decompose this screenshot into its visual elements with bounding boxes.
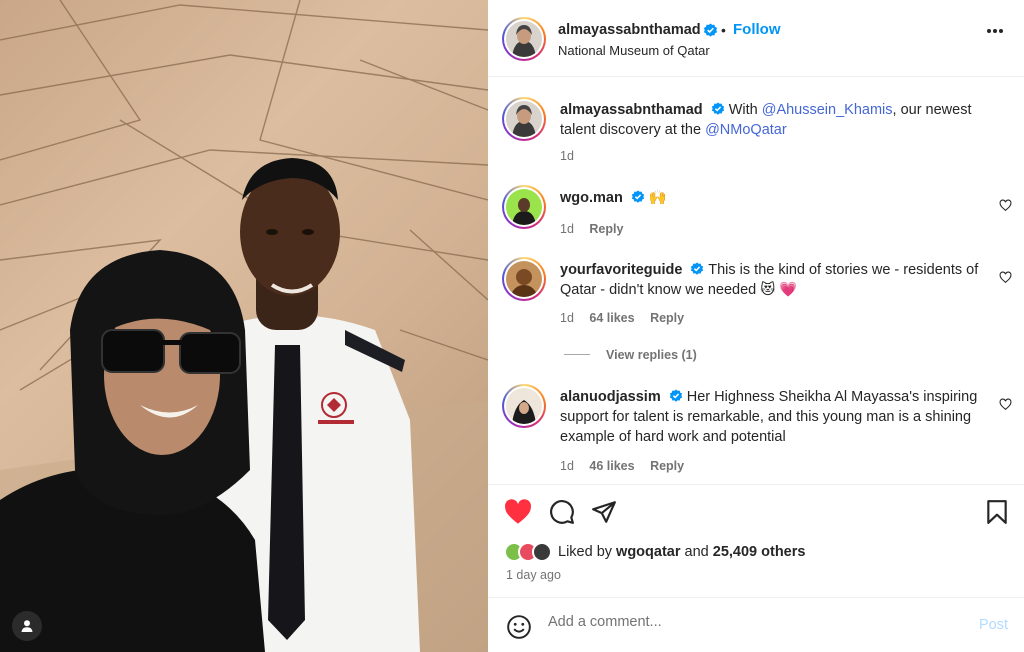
reply-button[interactable]: Reply [650, 311, 684, 325]
post-location[interactable]: National Museum of Qatar [558, 43, 710, 58]
replies-divider [564, 354, 590, 355]
verified-badge-icon [631, 190, 644, 203]
post-time[interactable]: 1 day ago [506, 568, 561, 582]
view-replies-button[interactable]: View replies (1) [564, 348, 697, 362]
tagged-user-button[interactable] [12, 611, 42, 641]
comment-time[interactable]: 1d [560, 311, 574, 325]
heart-outline-icon[interactable] [999, 398, 1012, 411]
comment-meta: 1d 64 likes Reply [560, 311, 696, 325]
comment-avatar[interactable] [502, 185, 546, 229]
comment-time[interactable]: 1d [560, 459, 574, 473]
user-icon [21, 620, 33, 632]
likes-text[interactable]: Liked by wgoqatar and 25,409 others [558, 544, 805, 560]
comment-meta: 1d Reply [560, 222, 635, 236]
comment-likes[interactable]: 64 likes [589, 311, 634, 325]
caption-avatar[interactable] [502, 97, 546, 141]
comment-time[interactable]: 1d [560, 222, 574, 236]
post-photo[interactable] [0, 0, 488, 652]
author-username[interactable]: almayassabnthamad [558, 22, 701, 38]
likes-middle: and [680, 544, 713, 560]
emoji-icon[interactable] [506, 614, 532, 640]
comment-likes[interactable]: 46 likes [589, 459, 634, 473]
comment-text: yourfavoriteguide This is the kind of st… [560, 260, 1000, 300]
comment-text: alanuodjassim Her Highness Sheikha Al Ma… [560, 387, 1000, 447]
comments-section[interactable]: almayassabnthamad With @Ahussein_Khamis,… [488, 78, 1024, 485]
caption-meta: 1d [560, 149, 586, 163]
likes-count[interactable]: 25,409 others [713, 544, 806, 560]
comment-meta: 1d 46 likes Reply [560, 459, 696, 473]
verified-badge-icon [691, 262, 704, 275]
caption-text-before: With [728, 102, 762, 118]
post-actions: Liked by wgoqatar and 25,409 others 1 da… [488, 484, 1024, 597]
photo-scene [0, 0, 488, 652]
post-header: almayassabnthamad • Follow National Muse… [488, 0, 1024, 77]
liker-username[interactable]: wgoqatar [616, 544, 680, 560]
post-details-panel: almayassabnthamad • Follow National Muse… [488, 0, 1024, 652]
like-heart-icon[interactable] [504, 499, 532, 525]
comment-icon[interactable] [549, 499, 575, 525]
heart-outline-icon[interactable] [999, 199, 1012, 212]
comment-text: wgo.man 🙌 [560, 188, 1000, 208]
comment-avatar[interactable] [502, 384, 546, 428]
heart-outline-icon[interactable] [999, 271, 1012, 284]
likes-prefix: Liked by [558, 544, 617, 560]
reply-button[interactable]: Reply [650, 459, 684, 473]
caption-time[interactable]: 1d [560, 149, 574, 163]
caption-text: almayassabnthamad With @Ahussein_Khamis,… [560, 100, 1000, 140]
reply-button[interactable]: Reply [589, 222, 623, 236]
comment-username[interactable]: wgo.man [560, 190, 623, 206]
more-options-icon[interactable] [986, 28, 1004, 34]
follow-button[interactable]: Follow [733, 21, 781, 38]
comment-username[interactable]: yourfavoriteguide [560, 262, 682, 278]
comment-input[interactable] [548, 614, 948, 630]
separator-dot: • [721, 22, 726, 38]
comment-avatar[interactable] [502, 257, 546, 301]
verified-badge-icon [669, 389, 682, 402]
author-avatar[interactable] [502, 17, 546, 61]
caption-username[interactable]: almayassabnthamad [560, 102, 703, 118]
post-comment-button[interactable]: Post [979, 617, 1008, 633]
comment-username[interactable]: alanuodjassim [560, 389, 661, 405]
mention-link[interactable]: @NMoQatar [705, 122, 787, 138]
verified-badge-icon [711, 102, 724, 115]
likes-summary: Liked by wgoqatar and 25,409 others [504, 542, 805, 562]
liker-avatar[interactable] [532, 542, 552, 562]
mention-link[interactable]: @Ahussein_Khamis [762, 102, 893, 118]
share-icon[interactable] [591, 499, 617, 525]
verified-badge-icon [703, 23, 718, 37]
view-replies-label: View replies (1) [606, 348, 697, 362]
comment-body: 🙌 [648, 190, 667, 206]
save-bookmark-icon[interactable] [986, 499, 1008, 525]
comment-composer: Post [488, 597, 1024, 652]
